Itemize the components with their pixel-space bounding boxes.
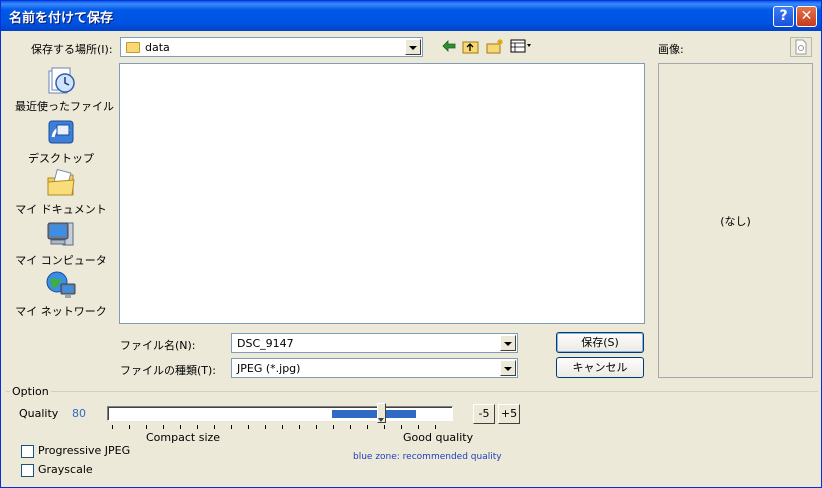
folder-icon	[126, 42, 140, 53]
quality-slider-track[interactable]	[107, 406, 453, 421]
back-icon[interactable]	[441, 38, 457, 54]
slider-tick	[248, 425, 249, 429]
filename-value: DSC_9147	[237, 337, 294, 350]
recent-documents-icon	[48, 67, 75, 94]
chevron-down-icon[interactable]	[405, 39, 421, 55]
slider-tick	[231, 425, 232, 429]
close-button[interactable]: ✕	[796, 6, 817, 27]
up-folder-icon[interactable]	[462, 38, 480, 54]
place-desktop[interactable]: デスクトップ	[15, 117, 107, 165]
place-my-network[interactable]: マイ ネットワーク	[15, 270, 107, 318]
file-list[interactable]	[119, 63, 645, 324]
quality-plus-button[interactable]: +5	[498, 404, 520, 424]
slider-tick	[299, 425, 300, 429]
view-menu-icon[interactable]	[510, 38, 532, 54]
filetype-value: JPEG (*.jpg)	[237, 362, 301, 375]
slider-tick	[214, 425, 215, 429]
slider-tick	[112, 425, 113, 429]
preview-toggle-icon[interactable]	[790, 37, 812, 57]
slider-tick	[333, 425, 334, 429]
slider-tick	[197, 425, 198, 429]
slider-tick	[265, 425, 266, 429]
quality-slider-thumb[interactable]	[377, 403, 386, 423]
grayscale-label: Grayscale	[38, 463, 93, 476]
slider-tick	[282, 425, 283, 429]
quality-minus-button[interactable]: -5	[473, 404, 495, 424]
preview-empty-text: (なし)	[720, 215, 751, 228]
preview-pane: (なし)	[658, 63, 813, 378]
save-as-dialog: 名前を付けて保存 ? ✕ 保存する場所(I): data 画像: 最近使ったファ…	[0, 0, 822, 488]
slider-tick	[384, 425, 385, 429]
place-label: デスクトップ	[28, 152, 94, 165]
slider-tick	[350, 425, 351, 429]
slider-tick	[163, 425, 164, 429]
slider-tick	[418, 425, 419, 429]
save-in-value: data	[145, 41, 170, 54]
quality-label: Quality	[19, 407, 59, 420]
preview-label: 画像:	[658, 43, 684, 56]
my-computer-icon	[47, 222, 74, 246]
save-in-dropdown[interactable]: data	[120, 37, 423, 57]
title-bar[interactable]: 名前を付けて保存 ? ✕	[1, 1, 821, 31]
place-my-documents[interactable]: マイ ドキュメント	[15, 168, 107, 216]
window-title: 名前を付けて保存	[9, 11, 114, 26]
progressive-checkbox[interactable]	[21, 445, 34, 458]
grayscale-checkbox[interactable]	[21, 464, 34, 477]
slider-tick	[435, 425, 436, 429]
slider-tick	[401, 425, 402, 429]
quality-value: 80	[72, 407, 86, 420]
recommended-zone	[386, 410, 416, 418]
place-label: マイ コンピュータ	[15, 254, 107, 267]
chevron-down-icon[interactable]	[500, 360, 516, 376]
filename-label: ファイル名(N):	[120, 339, 196, 352]
slider-tick	[316, 425, 317, 429]
save-in-label: 保存する場所(I):	[31, 43, 113, 56]
chevron-down-icon[interactable]	[500, 335, 516, 351]
slider-tick	[146, 425, 147, 429]
filetype-label: ファイルの種類(T):	[120, 364, 217, 377]
good-quality-label: Good quality	[403, 431, 474, 444]
slider-tick	[367, 425, 368, 429]
place-my-computer[interactable]: マイ コンピュータ	[15, 219, 107, 267]
slider-tick	[180, 425, 181, 429]
my-network-icon	[46, 271, 76, 298]
recommended-hint: blue zone: recommended quality	[353, 452, 502, 462]
place-label: 最近使ったファイル	[15, 100, 114, 113]
save-button[interactable]: 保存(S)	[556, 332, 644, 353]
place-label: マイ ドキュメント	[15, 203, 107, 216]
slider-tick	[129, 425, 130, 429]
recommended-zone	[332, 410, 378, 418]
cancel-button[interactable]: キャンセル	[556, 357, 644, 378]
progressive-label: Progressive JPEG	[38, 444, 131, 457]
compact-size-label: Compact size	[146, 431, 221, 444]
place-recent[interactable]: 最近使ったファイル	[15, 65, 114, 113]
place-label: マイ ネットワーク	[15, 305, 107, 318]
desktop-icon	[48, 120, 74, 144]
filename-input[interactable]: DSC_9147	[231, 333, 518, 353]
option-legend: Option	[10, 385, 51, 398]
help-button[interactable]: ?	[773, 6, 794, 27]
my-documents-icon	[47, 168, 75, 196]
new-folder-icon[interactable]	[486, 38, 504, 54]
filetype-dropdown[interactable]: JPEG (*.jpg)	[231, 358, 518, 378]
